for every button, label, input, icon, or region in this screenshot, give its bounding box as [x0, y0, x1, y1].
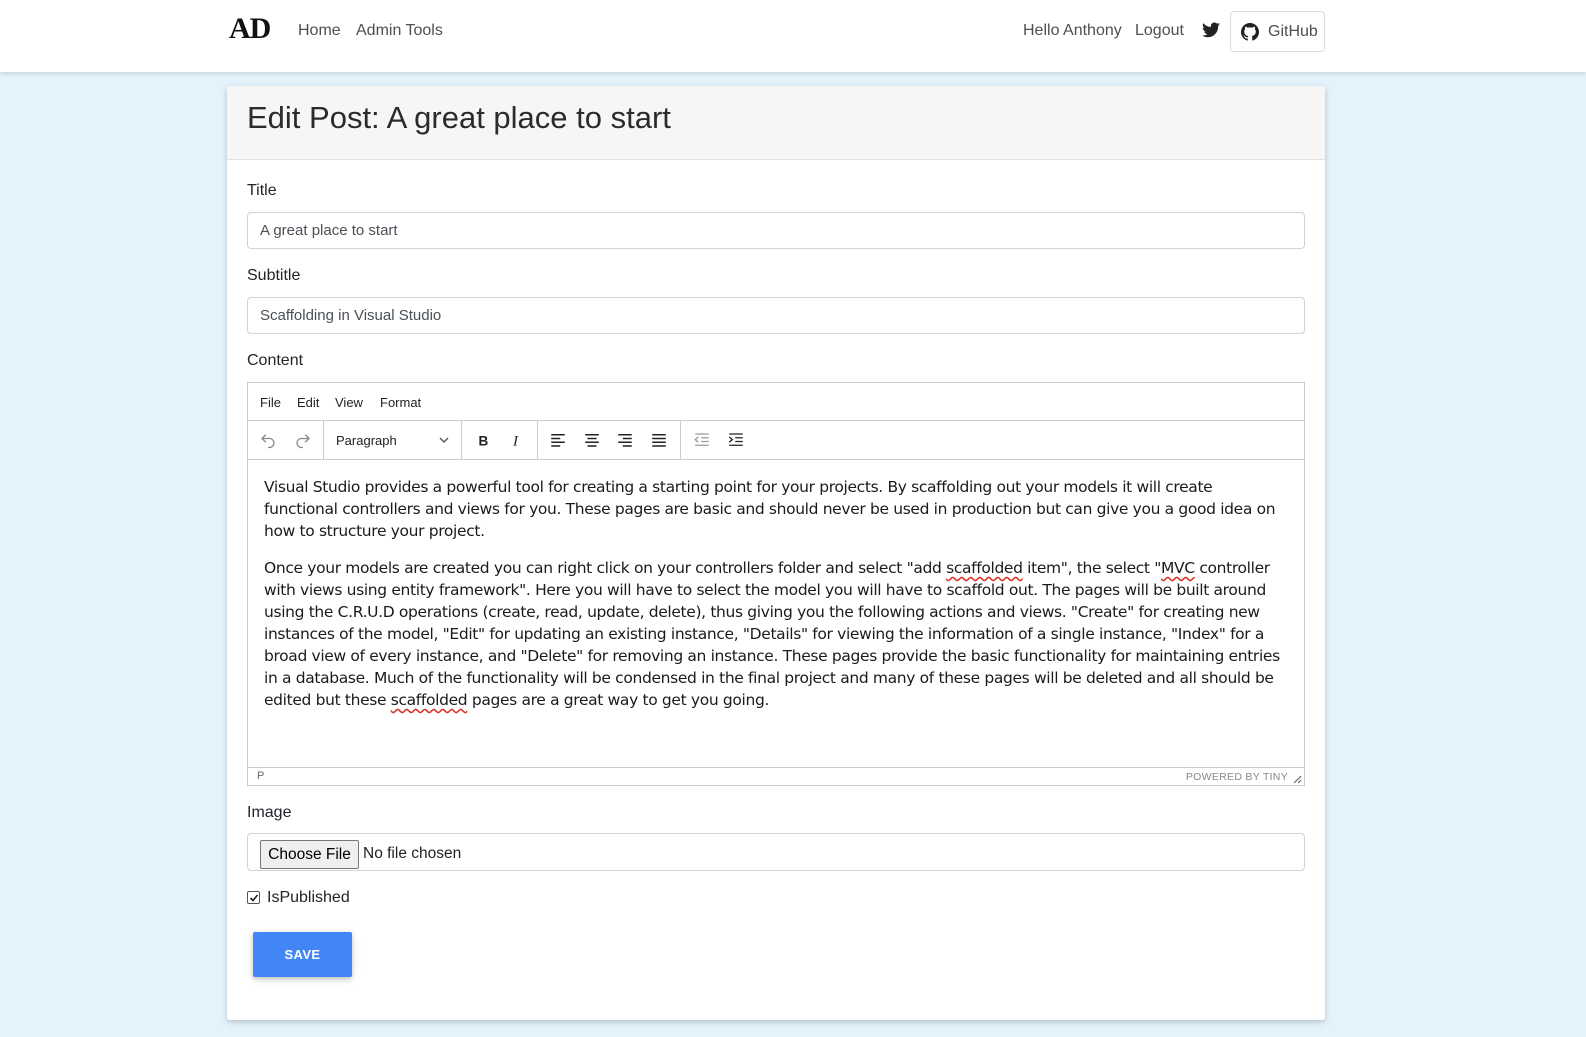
rich-text-editor: File Edit View Format Paragraph B I Visu…: [247, 382, 1305, 786]
content-label: Content: [247, 352, 304, 369]
block-format-select[interactable]: Paragraph: [324, 421, 462, 459]
nav-home-link[interactable]: Home: [298, 22, 341, 40]
is-published-checkbox[interactable]: [247, 891, 260, 904]
content-paragraph-2: Once your models are created you can rig…: [264, 557, 1288, 711]
bold-button[interactable]: B: [470, 428, 496, 452]
image-label: Image: [247, 804, 292, 821]
history-group: [248, 421, 324, 459]
github-label: GitHub: [1268, 23, 1318, 40]
page-title: Edit Post: A great place to start: [247, 100, 671, 135]
text-style-group: B I: [462, 421, 538, 459]
block-format-value: Paragraph: [336, 433, 397, 448]
subtitle-label: Subtitle: [247, 267, 301, 284]
nav-greeting-link[interactable]: Hello Anthony: [1023, 22, 1122, 40]
card-header: Edit Post: A great place to start: [227, 86, 1325, 160]
menu-view[interactable]: View: [335, 395, 363, 410]
indent-icon: [728, 433, 743, 446]
title-label: Title: [247, 182, 277, 199]
edit-post-card: Edit Post: A great place to start Title …: [227, 86, 1325, 1020]
nav-logout-link[interactable]: Logout: [1135, 22, 1184, 40]
bold-icon: B: [479, 433, 489, 448]
image-file-input[interactable]: Choose File No file chosen: [247, 833, 1305, 871]
svg-text:B: B: [479, 433, 489, 448]
content-paragraph-1: Visual Studio provides a powerful tool f…: [264, 478, 1276, 540]
italic-icon: I: [512, 433, 519, 449]
resize-handle-icon[interactable]: [1292, 774, 1302, 784]
misspelled-word: scaffolded: [390, 691, 468, 709]
undo-icon: [261, 434, 275, 449]
editor-menubar: File Edit View Format: [248, 383, 1304, 421]
outdent-button[interactable]: [689, 428, 715, 452]
subtitle-input[interactable]: [247, 297, 1305, 334]
misspelled-word: MVC: [1161, 559, 1195, 577]
redo-icon: [296, 434, 310, 449]
align-right-icon: [618, 434, 632, 447]
align-justify-button[interactable]: [646, 428, 672, 452]
github-button[interactable]: GitHub: [1230, 11, 1325, 52]
alignment-group: [538, 421, 681, 459]
nav-admin-tools-link[interactable]: Admin Tools: [356, 22, 443, 40]
save-button[interactable]: SAVE: [253, 932, 352, 977]
undo-button[interactable]: [255, 428, 281, 452]
choose-file-button[interactable]: Choose File: [260, 840, 359, 869]
align-center-icon: [585, 434, 599, 447]
align-justify-icon: [652, 434, 666, 447]
misspelled-word: scaffolded: [946, 559, 1023, 577]
align-left-icon: [551, 434, 565, 447]
italic-button[interactable]: I: [503, 428, 529, 452]
svg-text:I: I: [512, 433, 519, 449]
is-published-label[interactable]: IsPublished: [267, 889, 350, 907]
paragraph-text: pages are a great way to get you going.: [467, 691, 770, 709]
menu-edit[interactable]: Edit: [297, 395, 319, 410]
editor-statusbar: P POWERED BY TINY: [248, 767, 1304, 785]
paragraph-text: item", the select ": [1022, 559, 1162, 577]
editor-content-area[interactable]: Visual Studio provides a powerful tool f…: [248, 460, 1304, 767]
element-path[interactable]: P: [257, 770, 264, 782]
editor-toolbar: Paragraph B I: [248, 421, 1304, 460]
paragraph-text: controller with views using entity frame…: [264, 559, 1280, 709]
align-left-button[interactable]: [545, 428, 571, 452]
chevron-down-icon: [439, 437, 449, 443]
brand-logo[interactable]: AD: [229, 12, 271, 46]
align-center-button[interactable]: [579, 428, 605, 452]
file-status: No file chosen: [363, 845, 462, 862]
github-icon: [1241, 23, 1259, 41]
navbar: AD Home Admin Tools Hello Anthony Logout…: [0, 0, 1586, 72]
powered-by-link[interactable]: POWERED BY TINY: [1186, 771, 1288, 783]
redo-button[interactable]: [290, 428, 316, 452]
checkmark-icon: [249, 894, 259, 902]
outdent-icon: [694, 433, 709, 446]
indent-button[interactable]: [723, 428, 749, 452]
align-right-button[interactable]: [612, 428, 638, 452]
title-input[interactable]: [247, 212, 1305, 249]
menu-format[interactable]: Format: [380, 395, 421, 410]
menu-file[interactable]: File: [260, 395, 281, 410]
paragraph-text: Once your models are created you can rig…: [264, 559, 947, 577]
twitter-icon[interactable]: [1202, 22, 1220, 38]
